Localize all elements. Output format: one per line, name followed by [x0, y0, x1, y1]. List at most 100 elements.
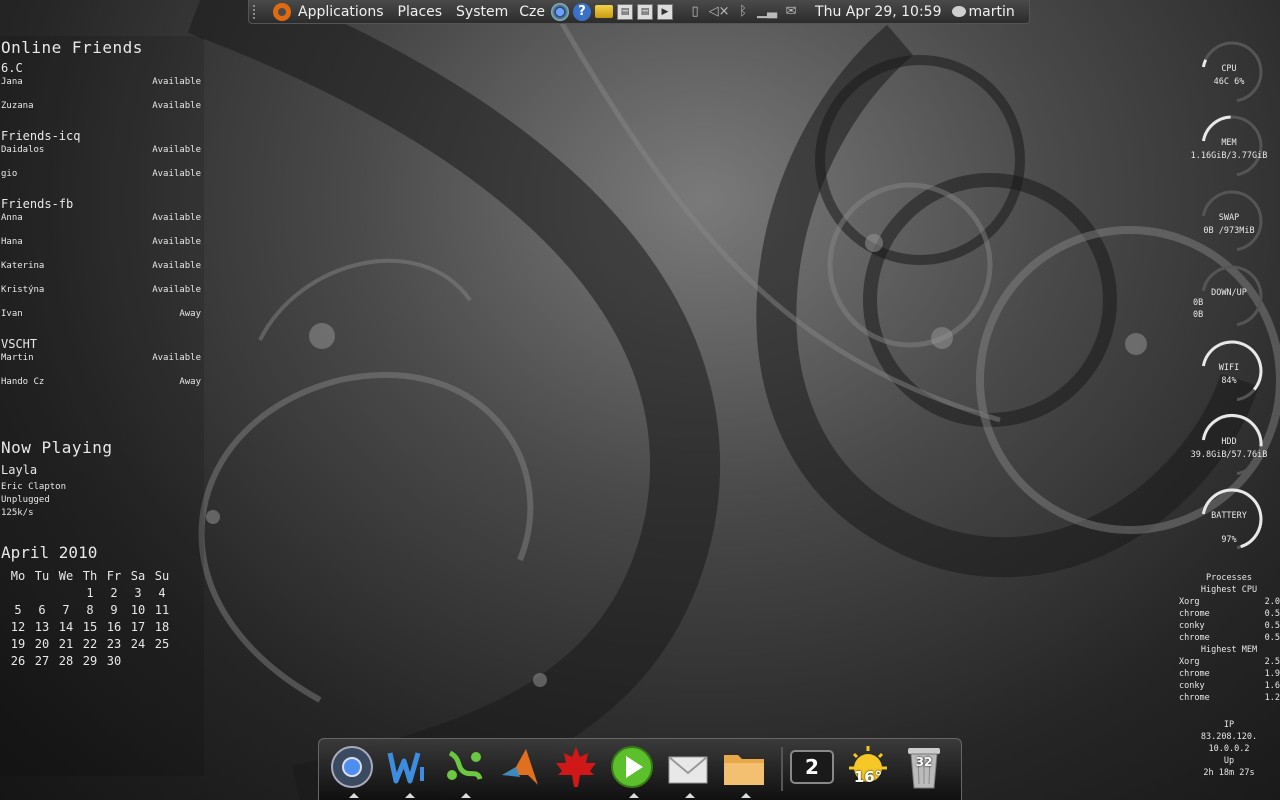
- calendar-day: 4: [158, 586, 166, 600]
- gauge-label: BATTERY: [1211, 511, 1247, 521]
- process-value: 1.6: [1264, 681, 1280, 691]
- menu-places[interactable]: Places: [391, 4, 450, 20]
- gauge-hdd: HDD 39.8GiB/57.76iB: [1190, 411, 1268, 481]
- gauge-cpu: CPU 46C 6%: [1190, 38, 1268, 108]
- friend-row: Anna Available: [0, 213, 204, 237]
- friend-group-title: 6.C: [1, 61, 23, 75]
- process-row: chrome 0.5: [1178, 608, 1280, 620]
- processes-title: Processes: [1205, 573, 1253, 583]
- process-value: 2.5: [1264, 657, 1280, 667]
- user-menu[interactable]: martin: [951, 4, 1015, 20]
- running-indicator: [685, 793, 695, 798]
- uptime-value: 2h 18m 27s: [1203, 768, 1255, 778]
- volume-icon[interactable]: ◁×: [709, 3, 730, 21]
- friend-group-title: VSCHT: [1, 337, 38, 351]
- mail-indicator-icon[interactable]: ✉: [781, 3, 801, 21]
- ip-local: 10.0.0.2: [1208, 744, 1250, 754]
- friend-name: Kristýna: [1, 285, 45, 295]
- weather-icon[interactable]: 16°: [845, 744, 891, 790]
- running-indicator: [461, 793, 471, 798]
- writer-icon[interactable]: [385, 744, 431, 798]
- friend-row: Hana Available: [0, 237, 204, 261]
- trash-icon[interactable]: 32: [901, 744, 947, 790]
- calendar-day: 3: [134, 586, 142, 600]
- process-value: 0.5: [1264, 609, 1280, 619]
- friend-name: Zuzana: [1, 101, 34, 111]
- top-panel: Applications Places System Cze ? ▤ ▤ ▶ ▯…: [248, 0, 1030, 24]
- folder-launcher-icon[interactable]: [595, 5, 614, 18]
- gauge-label: HDD: [1221, 437, 1237, 447]
- keyboard-layout-indicator[interactable]: Cze: [515, 4, 549, 20]
- workspace-icon[interactable]: 2: [789, 744, 835, 790]
- song-title: Layla: [1, 463, 38, 477]
- gauge-label: CPU: [1221, 64, 1237, 74]
- bluetooth-icon[interactable]: ᛒ: [733, 3, 753, 21]
- dock: 2 16° 32: [318, 738, 962, 800]
- calendar-day: 6: [38, 603, 46, 617]
- process-name: chrome: [1179, 633, 1210, 643]
- process-row: chrome 0.5: [1178, 632, 1280, 644]
- calendar-day: 13: [34, 620, 50, 634]
- calendar-title: April 2010: [1, 543, 98, 562]
- network-icon[interactable]: [441, 744, 487, 798]
- help-icon[interactable]: ?: [573, 2, 592, 21]
- process-name: chrome: [1179, 609, 1210, 619]
- mail-icon[interactable]: [665, 744, 711, 798]
- friend-name: Hando Cz: [1, 377, 45, 387]
- calendar-blank: [6, 585, 30, 602]
- friend-status: Away: [179, 377, 201, 387]
- left-conky-panel: Online Friends 6.C Jana Available Zuzana Ava…: [0, 36, 204, 776]
- calendar-day: 27: [34, 654, 50, 668]
- friend-row: Katerina Available: [0, 261, 204, 285]
- clock[interactable]: Thu Apr 29, 10:59: [815, 4, 941, 20]
- matlab-icon[interactable]: [497, 744, 543, 790]
- weekday-label: Mo: [10, 569, 26, 583]
- weekday-label: We: [58, 569, 74, 583]
- calendar-day: 2: [110, 586, 118, 600]
- weekday-label: Tu: [34, 569, 50, 583]
- gauge-wifi: WIFI 84%: [1190, 337, 1268, 407]
- workspace-number: 2: [805, 755, 819, 779]
- media-player-icon[interactable]: [609, 744, 655, 798]
- friend-name: Katerina: [1, 261, 45, 271]
- calendar-day: 11: [154, 603, 170, 617]
- menu-applications[interactable]: Applications: [291, 4, 391, 20]
- calendar-grid: Mo Tu We Th Fr Sa Su 1 2 3 4 5 6 7 8 9 10 11 12 13 14 15 16 17 1…: [0, 568, 204, 670]
- weekday-label: Fr: [106, 569, 122, 583]
- calendar-blank: [30, 585, 54, 602]
- folder-icon[interactable]: [721, 744, 767, 798]
- battery-icon[interactable]: ▯: [685, 3, 705, 21]
- calendar-day: 19: [10, 637, 26, 651]
- highest-cpu-title: Highest CPU: [1200, 585, 1258, 595]
- friend-name: Daidalos: [1, 145, 45, 155]
- gauge-label: MEM: [1221, 138, 1237, 148]
- window-list-icon-3[interactable]: ▶: [657, 3, 674, 20]
- running-indicator: [629, 793, 639, 798]
- gauge-value: 97%: [1221, 535, 1237, 545]
- panel-handle[interactable]: [253, 4, 261, 19]
- calendar-blank: [54, 585, 78, 602]
- process-value: 2.0: [1264, 597, 1280, 607]
- weekday-label: Su: [154, 569, 170, 583]
- uptime-label: Up: [1223, 756, 1235, 766]
- calendar-day: 15: [82, 620, 98, 634]
- maple-leaf-icon[interactable]: [553, 744, 599, 790]
- network-signal-icon[interactable]: ▁▃: [757, 3, 777, 21]
- menu-system[interactable]: System: [449, 4, 515, 20]
- friend-group-title: Friends-icq: [1, 129, 81, 143]
- friend-group-title: Friends-fb: [1, 197, 74, 211]
- process-name: Xorg: [1179, 657, 1200, 667]
- ubuntu-logo-icon[interactable]: [273, 2, 291, 21]
- running-indicator: [741, 793, 751, 798]
- chrome-icon[interactable]: [329, 744, 375, 798]
- calendar-day: 24: [130, 637, 146, 651]
- friend-row: Zuzana Available: [0, 101, 204, 125]
- online-friends: Online Friends 6.C Jana Available Zuzana Ava…: [0, 38, 204, 401]
- friend-row: Hando Cz Away: [0, 377, 204, 401]
- chrome-launcher-icon[interactable]: [551, 2, 570, 21]
- window-list-icon[interactable]: ▤: [617, 3, 634, 20]
- window-list-icon-2[interactable]: ▤: [637, 3, 654, 20]
- gauge-value: 39.8GiB/57.76iB: [1190, 450, 1268, 460]
- friend-row: Daidalos Available: [0, 145, 204, 169]
- gauge-swap: SWAP 0B /973MiB: [1190, 187, 1268, 257]
